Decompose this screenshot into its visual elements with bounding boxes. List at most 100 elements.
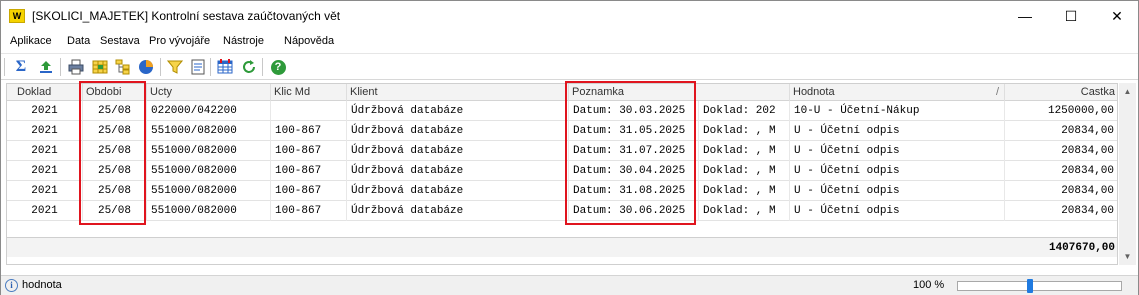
minimize-button[interactable]: — xyxy=(1002,1,1048,31)
export-icon[interactable] xyxy=(36,57,56,77)
cell-poznamka[interactable]: Datum: 31.08.2025 xyxy=(569,181,699,201)
cell-klient[interactable]: Údržbová databáze xyxy=(347,121,569,141)
print-icon[interactable] xyxy=(66,57,86,77)
cell-poznamka[interactable]: Datum: 30.04.2025 xyxy=(569,161,699,181)
cell-hodnota[interactable]: U - Účetní odpis xyxy=(790,161,1005,181)
cell-obdobi[interactable]: 25/08 xyxy=(83,161,147,181)
cell-castka[interactable]: 20834,00 xyxy=(1005,121,1117,141)
cell-klient[interactable]: Údržbová databáze xyxy=(347,181,569,201)
menu-data[interactable]: Data xyxy=(67,35,90,47)
cell-poznamka[interactable]: Datum: 31.07.2025 xyxy=(569,141,699,161)
toolbar-separator xyxy=(210,58,211,76)
help-icon[interactable]: ? xyxy=(268,57,288,77)
column-header-klient[interactable]: Klient xyxy=(347,84,569,101)
cell-klient[interactable]: Údržbová databáze xyxy=(347,201,569,221)
cell-doklad[interactable]: 2021 xyxy=(7,201,83,221)
zoom-slider[interactable] xyxy=(957,281,1122,291)
cell-poznamka[interactable]: Datum: 30.03.2025 xyxy=(569,101,699,121)
cell-ucty[interactable]: 551000/082000 xyxy=(147,201,271,221)
cell-klic-md[interactable] xyxy=(271,101,347,121)
cell-hodnota[interactable]: U - Účetní odpis xyxy=(790,201,1005,221)
cell-klic-md[interactable]: 100-867 xyxy=(271,181,347,201)
cell-castka[interactable]: 20834,00 xyxy=(1005,141,1117,161)
grid-icon[interactable] xyxy=(90,57,110,77)
maximize-button[interactable]: ☐ xyxy=(1048,1,1094,31)
cell-ucty[interactable]: 551000/082000 xyxy=(147,161,271,181)
close-button[interactable]: ✕ xyxy=(1094,1,1139,31)
toolbar-grip xyxy=(4,58,5,76)
menu-bar: Aplikace Data Sestava Pro vývojáře Nástr… xyxy=(1,32,1138,52)
cell-poznamka-detail[interactable]: Doklad: 202 xyxy=(699,101,790,121)
cell-doklad[interactable]: 2021 xyxy=(7,101,83,121)
cell-klic-md[interactable]: 100-867 xyxy=(271,161,347,181)
cell-hodnota[interactable]: U - Účetní odpis xyxy=(790,181,1005,201)
cell-castka[interactable]: 20834,00 xyxy=(1005,161,1117,181)
cell-poznamka-detail[interactable]: Doklad: , M xyxy=(699,181,790,201)
table-settings-icon[interactable] xyxy=(215,57,235,77)
cell-obdobi[interactable]: 25/08 xyxy=(83,201,147,221)
cell-ucty[interactable]: 551000/082000 xyxy=(147,181,271,201)
cell-castka[interactable]: 1250000,00 xyxy=(1005,101,1117,121)
report-icon[interactable] xyxy=(188,57,208,77)
cell-ucty[interactable]: 022000/042200 xyxy=(147,101,271,121)
menu-nastroje[interactable]: Nástroje xyxy=(223,35,264,47)
cell-poznamka[interactable]: Datum: 30.06.2025 xyxy=(569,201,699,221)
cell-obdobi[interactable]: 25/08 xyxy=(83,101,147,121)
column-header-klic-md[interactable]: Klic Md xyxy=(271,84,347,101)
table-row[interactable]: 2021 25/08 551000/082000 100-867 Údržbová da… xyxy=(7,141,1117,161)
pie-chart-icon[interactable] xyxy=(136,57,156,77)
column-header-castka[interactable]: Castka xyxy=(1005,84,1117,101)
cell-ucty[interactable]: 551000/082000 xyxy=(147,121,271,141)
cell-doklad[interactable]: 2021 xyxy=(7,181,83,201)
menu-napoveda[interactable]: Nápověda xyxy=(284,35,334,47)
cell-obdobi[interactable]: 25/08 xyxy=(83,121,147,141)
cell-castka[interactable]: 20834,00 xyxy=(1005,201,1117,221)
table-row[interactable]: 2021 25/08 022000/042200 Údržbová databáze D… xyxy=(7,101,1117,121)
column-header-doklad[interactable]: Doklad xyxy=(7,84,83,101)
table-row[interactable]: 2021 25/08 551000/082000 100-867 Údržbová da… xyxy=(7,161,1117,181)
table-row[interactable]: 2021 25/08 551000/082000 100-867 Údržbová da… xyxy=(7,181,1117,201)
cell-klient[interactable]: Údržbová databáze xyxy=(347,141,569,161)
column-header-hodnota[interactable]: Hodnota / xyxy=(790,84,1005,101)
cell-poznamka-detail[interactable]: Doklad: , M xyxy=(699,121,790,141)
column-header-ucty[interactable]: Ucty xyxy=(147,84,271,101)
scroll-down-icon[interactable]: ▼ xyxy=(1119,248,1136,265)
column-header-poznamka[interactable]: Poznamka xyxy=(569,84,790,101)
menu-pro-vyvojare[interactable]: Pro vývojáře xyxy=(149,35,210,47)
scroll-up-icon[interactable]: ▲ xyxy=(1119,83,1136,100)
table-row[interactable]: 2021 25/08 551000/082000 100-867 Údržbová da… xyxy=(7,201,1117,221)
cell-hodnota[interactable]: 10-U - Účetní-Nákup xyxy=(790,101,1005,121)
cell-hodnota[interactable]: U - Účetní odpis xyxy=(790,121,1005,141)
data-grid[interactable]: Doklad Obdobi Ucty Klic Md Klient Poznam… xyxy=(6,83,1118,265)
cell-doklad[interactable]: 2021 xyxy=(7,161,83,181)
cell-klic-md[interactable]: 100-867 xyxy=(271,121,347,141)
cell-poznamka-detail[interactable]: Doklad: , M xyxy=(699,201,790,221)
menu-sestava[interactable]: Sestava xyxy=(100,35,140,47)
cell-klic-md[interactable]: 100-867 xyxy=(271,201,347,221)
cell-obdobi[interactable]: 25/08 xyxy=(83,141,147,161)
cell-poznamka[interactable]: Datum: 31.05.2025 xyxy=(569,121,699,141)
cell-doklad[interactable]: 2021 xyxy=(7,141,83,161)
cell-obdobi[interactable]: 25/08 xyxy=(83,181,147,201)
sum-icon[interactable]: Σ xyxy=(11,57,31,77)
cell-klient[interactable]: Údržbová databáze xyxy=(347,101,569,121)
help-glyph: ? xyxy=(270,59,286,75)
table-row[interactable]: 2021 25/08 551000/082000 100-867 Údržbová da… xyxy=(7,121,1117,141)
zoom-level: 100 % xyxy=(913,279,945,291)
tree-icon[interactable] xyxy=(113,57,133,77)
cell-klient[interactable]: Údržbová databáze xyxy=(347,161,569,181)
column-header-obdobi[interactable]: Obdobi xyxy=(83,84,147,101)
zoom-slider-thumb[interactable] xyxy=(1027,279,1033,293)
cell-hodnota[interactable]: U - Účetní odpis xyxy=(790,141,1005,161)
menu-aplikace[interactable]: Aplikace xyxy=(10,35,52,47)
toolbar-separator xyxy=(262,58,263,76)
cell-klic-md[interactable]: 100-867 xyxy=(271,141,347,161)
cell-doklad[interactable]: 2021 xyxy=(7,121,83,141)
cell-poznamka-detail[interactable]: Doklad: , M xyxy=(699,141,790,161)
vertical-scrollbar[interactable]: ▲ ▼ xyxy=(1119,83,1136,265)
cell-castka[interactable]: 20834,00 xyxy=(1005,181,1117,201)
refresh-icon[interactable] xyxy=(239,57,259,77)
cell-ucty[interactable]: 551000/082000 xyxy=(147,141,271,161)
filter-icon[interactable] xyxy=(165,57,185,77)
cell-poznamka-detail[interactable]: Doklad: , M xyxy=(699,161,790,181)
